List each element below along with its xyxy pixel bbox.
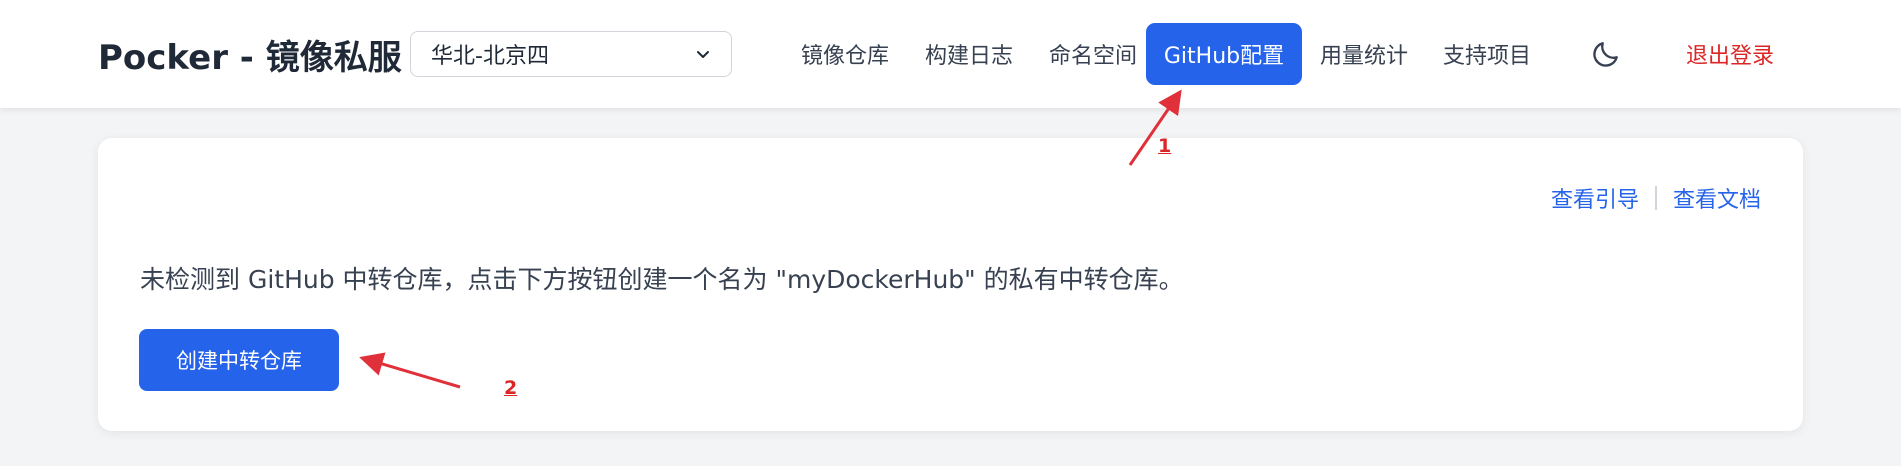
region-select-value: 华北-北京四 [431,44,549,69]
moon-icon[interactable] [1590,38,1622,70]
region-select[interactable]: 华北-北京四 [410,31,732,77]
logout-button[interactable]: 退出登录 [1686,23,1774,85]
github-config-card: 查看引导 查看文档 未检测到 GitHub 中转仓库，点击下方按钮创建一个名为 … [98,138,1803,431]
nav-item-usage-stats[interactable]: 用量统计 [1302,23,1426,85]
top-navbar: Pocker - 镜像私服 华北-北京四 镜像仓库 构建日志 命名空间 GitH… [0,0,1901,108]
nav-item-image-repos[interactable]: 镜像仓库 [782,23,908,85]
nav-item-namespaces[interactable]: 命名空间 [1030,23,1156,85]
help-links: 查看引导 查看文档 [1551,182,1761,214]
create-relay-repo-button[interactable]: 创建中转仓库 [139,329,339,391]
annotation-marker-1: 1 [1158,135,1172,157]
nav-item-github-config[interactable]: GitHub配置 [1146,23,1302,85]
link-divider [1654,186,1657,210]
no-relay-repo-message: 未检测到 GitHub 中转仓库，点击下方按钮创建一个名为 "myDockerH… [140,265,1184,294]
view-guide-link[interactable]: 查看引导 [1551,182,1639,214]
nav-item-build-logs[interactable]: 构建日志 [906,23,1032,85]
chevron-down-icon [697,51,709,58]
nav-item-support[interactable]: 支持项目 [1426,23,1548,85]
annotation-marker-2: 2 [504,377,518,399]
brand-title: Pocker - 镜像私服 [98,38,402,78]
view-docs-link[interactable]: 查看文档 [1673,182,1761,214]
